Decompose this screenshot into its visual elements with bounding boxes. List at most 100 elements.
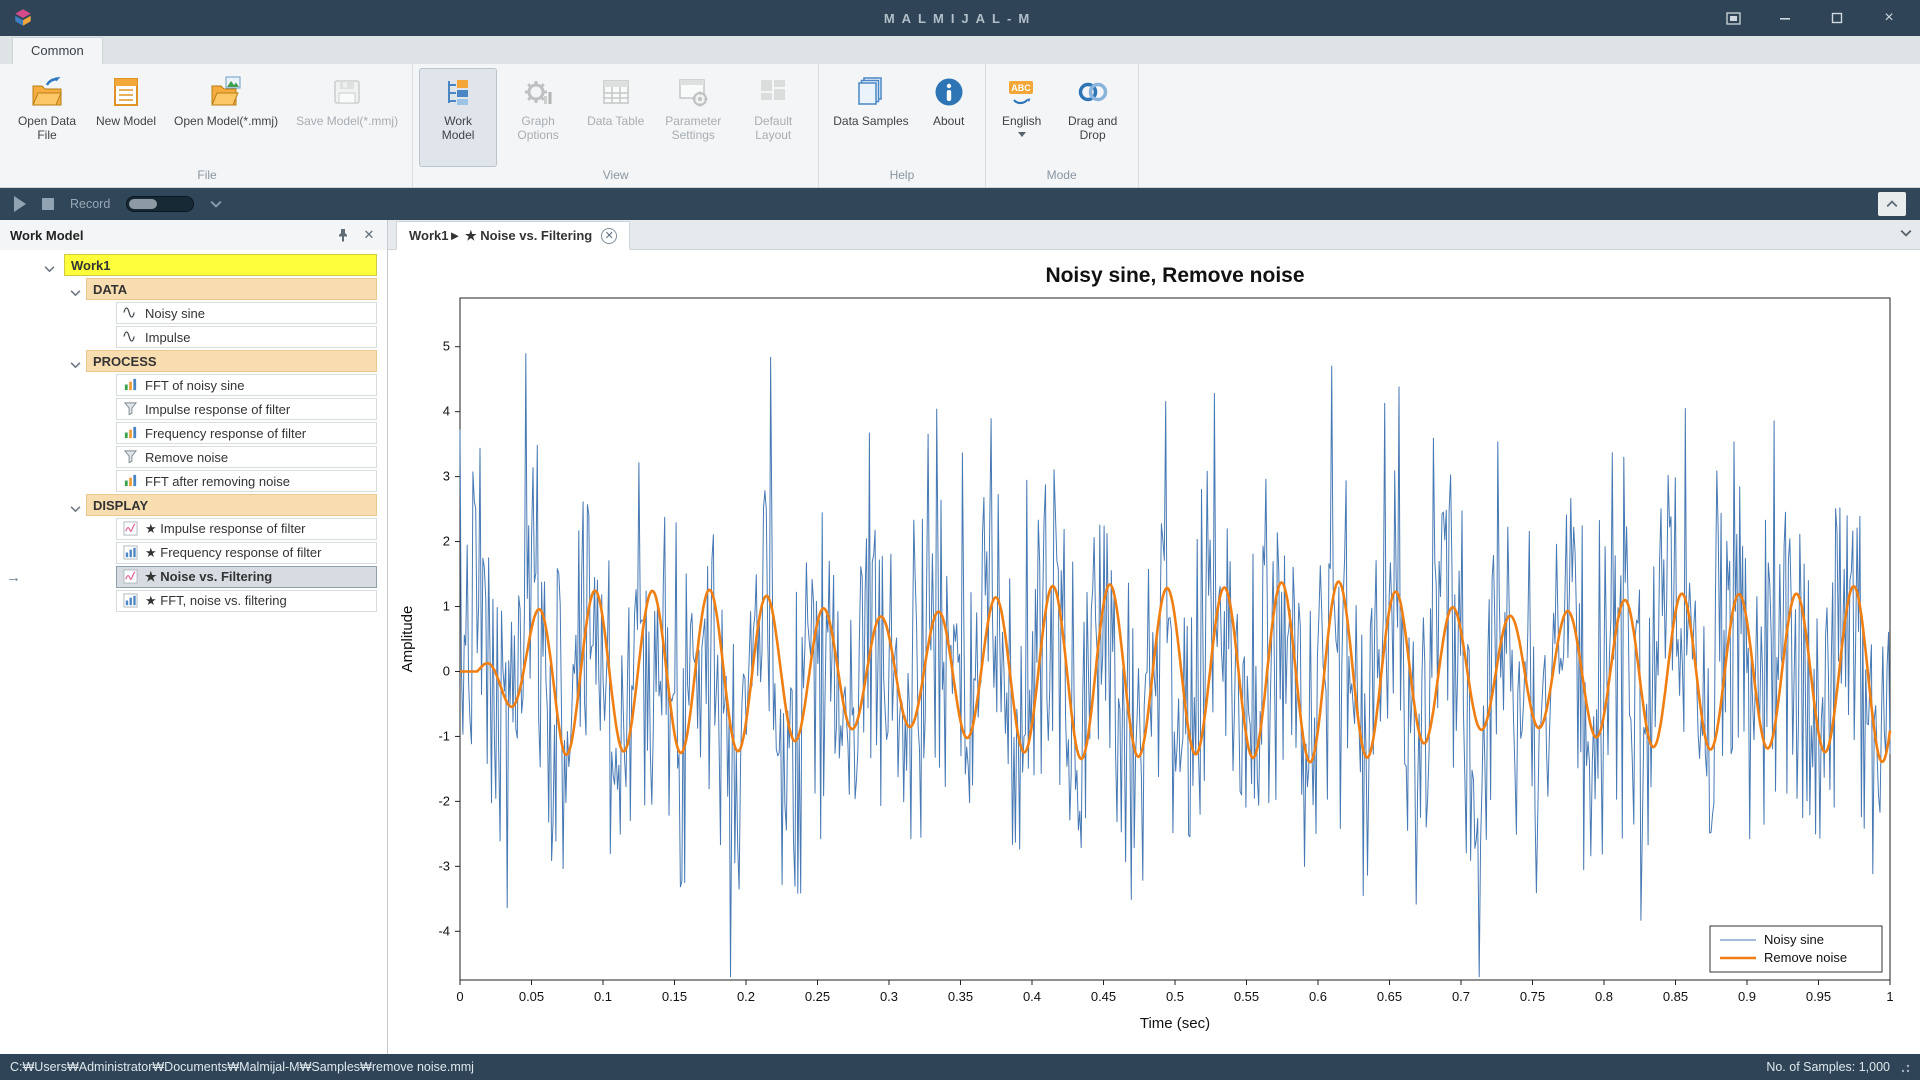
ribbon-button-open-data-file[interactable]: Open Data File (8, 68, 86, 167)
tree-item-remove-noise[interactable]: Remove noise (116, 446, 377, 468)
ribbon-button-open-model-mmj[interactable]: Open Model(*.mmj) (166, 68, 286, 167)
data-samples-icon (854, 75, 888, 109)
ribbon-button-label: English (1002, 114, 1041, 128)
tree-item-fft-after-removing-noise[interactable]: FFT after removing noise (116, 470, 377, 492)
tree-item-noise-vs-filtering[interactable]: ★ Noise vs. Filtering (116, 566, 377, 588)
tree-row: ★ Noise vs. Filtering (0, 565, 387, 589)
ribbon-button-english[interactable]: ABC English (992, 68, 1052, 167)
tree-item-label: ★ Frequency response of filter (145, 545, 321, 561)
window-title: MALMIJAL-M (0, 11, 1920, 26)
ribbon-button-default-layout: Default Layout (734, 68, 812, 167)
tree-item-display[interactable]: DISPLAY (86, 494, 377, 516)
tree-row: Work1 (0, 253, 387, 277)
document-tab[interactable]: Work1► ★ Noise vs. Filtering ✕ (396, 221, 630, 250)
param-settings-icon (676, 75, 710, 109)
maximize-button[interactable] (1826, 7, 1848, 29)
tab-close-icon[interactable]: ✕ (601, 228, 617, 244)
tree-item-frequency-response-of-filter[interactable]: ★ Frequency response of filter (116, 542, 377, 564)
open-data-icon (30, 75, 64, 109)
expander-chevron-icon[interactable] (44, 260, 55, 268)
ribbon-button-drag-and-drop[interactable]: Drag and Drop (1054, 68, 1132, 167)
svg-text:-1: -1 (438, 728, 450, 743)
tree-row: Noisy sine (0, 301, 387, 325)
tree-item-label: DATA (93, 282, 127, 297)
ribbon-button-label: Data Samples (833, 114, 908, 128)
svg-text:0: 0 (456, 989, 463, 1004)
tree-row: DATA (0, 277, 387, 301)
ribbon-button-label: Open Model(*.mmj) (174, 114, 278, 128)
ribbon-button-data-table: Data Table (579, 68, 652, 167)
tree-item-impulse-response-of-filter[interactable]: Impulse response of filter (116, 398, 377, 420)
ribbon-button-parameter-settings: Parameter Settings (654, 68, 732, 167)
tree-row: FFT after removing noise (0, 469, 387, 493)
fullscreen-button[interactable] (1722, 7, 1744, 29)
tree-item-impulse-response-of-filter[interactable]: ★ Impulse response of filter (116, 518, 377, 540)
ribbon-button-label: About (933, 114, 964, 128)
status-bar: C:₩Users₩Administrator₩Documents₩Malmija… (0, 1054, 1920, 1080)
work-model-panel: Work Model ✕ → Work1DATANoisy sineImpuls… (0, 220, 388, 1054)
ribbon-button-work-model[interactable]: Work Model (419, 68, 497, 167)
svg-text:0.95: 0.95 (1806, 989, 1831, 1004)
tree-row: ★ Impulse response of filter (0, 517, 387, 541)
stop-button[interactable] (42, 198, 54, 210)
ribbon-button-new-model[interactable]: New Model (88, 68, 164, 167)
tree-row: ★ Frequency response of filter (0, 541, 387, 565)
resize-grip[interactable] (1898, 1061, 1910, 1073)
tree-item-data[interactable]: DATA (86, 278, 377, 300)
document-area: Work1► ★ Noise vs. Filtering ✕ 00.050.10… (388, 220, 1920, 1054)
svg-text:0.2: 0.2 (737, 989, 755, 1004)
tree-item-impulse[interactable]: Impulse (116, 326, 377, 348)
tree-item-label: ★ Impulse response of filter (145, 521, 306, 537)
bars-icon (123, 473, 139, 489)
svg-text:Amplitude: Amplitude (399, 606, 416, 673)
tree-item-label: FFT after removing noise (145, 474, 290, 489)
panel-close-icon[interactable]: ✕ (361, 227, 377, 243)
tree-item-work1[interactable]: Work1 (64, 254, 377, 276)
svg-text:0.55: 0.55 (1234, 989, 1259, 1004)
ribbon-button-label: Save Model(*.mmj) (296, 114, 398, 128)
model-tree: → Work1DATANoisy sineImpulsePROCESSFFT o… (0, 250, 387, 1054)
bars-icon (123, 425, 139, 441)
funnel-icon (123, 449, 139, 465)
tab-common[interactable]: Common (12, 37, 103, 64)
svg-text:0.15: 0.15 (662, 989, 687, 1004)
record-toggle[interactable] (126, 196, 194, 212)
tree-item-label: Noisy sine (145, 306, 205, 321)
minimize-button[interactable] (1774, 7, 1796, 29)
ribbon-collapse-icon[interactable] (1878, 192, 1906, 216)
expander-chevron-icon[interactable] (70, 284, 81, 292)
tree-item-process[interactable]: PROCESS (86, 350, 377, 372)
close-button[interactable]: × (1878, 7, 1900, 29)
svg-text:0.8: 0.8 (1595, 989, 1613, 1004)
tree-item-frequency-response-of-filter[interactable]: Frequency response of filter (116, 422, 377, 444)
ribbon-button-about[interactable]: About (919, 68, 979, 167)
svg-text:0.75: 0.75 (1520, 989, 1545, 1004)
play-button[interactable] (14, 196, 26, 212)
svg-text:ABC: ABC (1011, 83, 1031, 93)
pin-icon[interactable] (335, 227, 351, 243)
record-bar: Record (0, 188, 1920, 220)
ribbon-button-save-model-mmj: Save Model(*.mmj) (288, 68, 406, 167)
titlebar: MALMIJAL-M × (0, 0, 1920, 36)
record-dropdown-icon[interactable] (210, 195, 222, 213)
tree-row: Frequency response of filter (0, 421, 387, 445)
ribbon-button-label: Drag and Drop (1062, 114, 1124, 142)
tree-row: DISPLAY (0, 493, 387, 517)
svg-text:5: 5 (443, 339, 450, 354)
ribbon-button-data-samples[interactable]: Data Samples (825, 68, 916, 167)
expander-chevron-icon[interactable] (70, 500, 81, 508)
svg-text:-3: -3 (438, 858, 450, 873)
tree-item-fft-of-noisy-sine[interactable]: FFT of noisy sine (116, 374, 377, 396)
svg-text:0.35: 0.35 (948, 989, 973, 1004)
svg-text:-4: -4 (438, 923, 450, 938)
tree-row: Impulse (0, 325, 387, 349)
tree-item-label: DISPLAY (93, 498, 148, 513)
svg-text:0.5: 0.5 (1166, 989, 1184, 1004)
tree-item-noisy-sine[interactable]: Noisy sine (116, 302, 377, 324)
tab-list-dropdown-icon[interactable] (1900, 224, 1912, 242)
tree-item-label: ★ FFT, noise vs. filtering (145, 593, 287, 609)
about-icon (932, 75, 966, 109)
tree-item-fft-noise-vs-filtering[interactable]: ★ FFT, noise vs. filtering (116, 590, 377, 612)
record-label: Record (70, 197, 110, 211)
expander-chevron-icon[interactable] (70, 356, 81, 364)
